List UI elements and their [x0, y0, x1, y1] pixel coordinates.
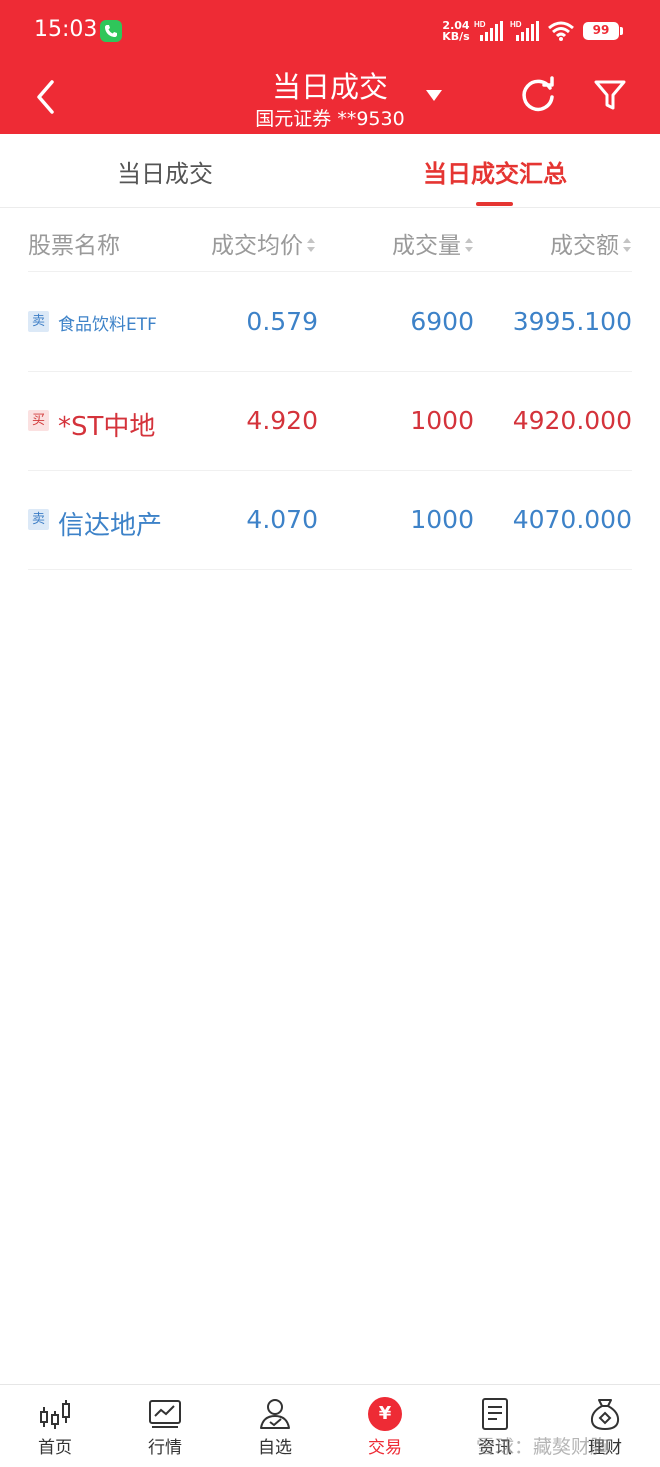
account-selector[interactable]: 当日成交 国元证券 **9530 [200, 60, 460, 134]
refresh-icon[interactable] [519, 76, 557, 114]
app-header: 15:03 2.04 KB/s HD HD 99 当日成交 国元证券 **953… [0, 0, 660, 134]
volume: 6900 [410, 307, 474, 336]
sort-icon [307, 238, 315, 252]
wifi-icon [548, 21, 574, 41]
tab-daily-trades-summary[interactable]: 当日成交汇总 [370, 154, 620, 189]
phone-call-icon [100, 20, 122, 42]
network-speed: 2.04 KB/s [442, 19, 470, 43]
svg-text:HD: HD [510, 20, 522, 29]
sort-icon [623, 238, 631, 252]
battery-cap [620, 27, 623, 35]
column-header-name: 股票名称 [28, 233, 120, 259]
document-icon [482, 1398, 508, 1430]
svg-text:HD: HD [474, 20, 486, 29]
status-bar: 15:03 2.04 KB/s HD HD 99 [0, 0, 660, 60]
avg-price: 0.579 [246, 307, 318, 336]
stock-name: 信达地产 [58, 511, 163, 541]
watermark: 雪球：藏獒财胸 [476, 1436, 610, 1458]
status-time: 15:03 [34, 17, 98, 42]
filter-icon[interactable] [592, 77, 628, 113]
chart-icon [149, 1400, 181, 1428]
person-check-icon [260, 1399, 290, 1429]
column-header-volume[interactable]: 成交量 [392, 226, 474, 260]
sell-badge: 卖 [28, 311, 49, 332]
tab-bar: 当日成交 当日成交汇总 [0, 134, 660, 208]
money-bag-icon [590, 1399, 620, 1431]
active-tab-indicator [476, 202, 513, 206]
yen-icon: ¥ [368, 1397, 402, 1431]
stock-name: 食品饮料ETF [58, 315, 157, 335]
table-row[interactable]: 卖 食品饮料ETF 0.579 6900 3995.100 [28, 273, 632, 372]
volume: 1000 [410, 406, 474, 435]
sell-badge: 卖 [28, 509, 49, 530]
table-header: 股票名称 成交均价 成交量 成交额 [28, 208, 632, 272]
candlestick-icon [40, 1400, 70, 1429]
volume: 1000 [410, 505, 474, 534]
buy-badge: 买 [28, 410, 49, 431]
back-icon[interactable] [34, 78, 58, 116]
nav-item-trade[interactable]: ¥ 交易 [330, 1385, 440, 1467]
battery-icon: 99 [583, 22, 619, 40]
table-row[interactable]: 买 *ST中地 4.920 1000 4920.000 [28, 372, 632, 471]
amount: 4070.000 [512, 505, 632, 534]
sort-icon [465, 238, 473, 252]
column-header-amount[interactable]: 成交额 [550, 226, 632, 260]
account-label: 国元证券 **9530 [255, 108, 405, 130]
avg-price: 4.920 [246, 406, 318, 435]
amount: 3995.100 [512, 307, 632, 336]
nav-item-market[interactable]: 行情 [110, 1385, 220, 1467]
nav-item-watchlist[interactable]: 自选 [220, 1385, 330, 1467]
signal-icon: HD [474, 20, 503, 41]
signal-icon: HD [510, 20, 539, 41]
column-header-avg-price[interactable]: 成交均价 [211, 226, 316, 260]
avg-price: 4.070 [246, 505, 318, 534]
nav-bar: 当日成交 国元证券 **9530 [0, 60, 660, 134]
stock-name: *ST中地 [58, 412, 156, 442]
table-row[interactable]: 卖 信达地产 4.070 1000 4070.000 [28, 471, 632, 570]
page-title: 当日成交 [271, 70, 388, 104]
dropdown-arrow-icon[interactable] [424, 88, 444, 102]
amount: 4920.000 [512, 406, 632, 435]
nav-item-home[interactable]: 首页 [0, 1385, 110, 1467]
tab-daily-trades[interactable]: 当日成交 [40, 154, 290, 189]
